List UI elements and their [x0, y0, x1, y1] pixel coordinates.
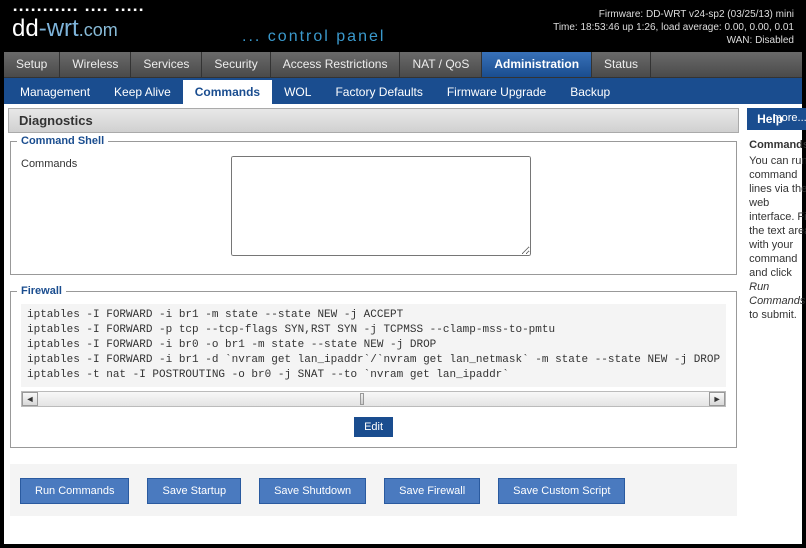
firewall-label: Firewall [17, 285, 66, 297]
subtab-keep-alive[interactable]: Keep Alive [102, 80, 183, 104]
logo: ▪▪▪▪▪▪▪▪▪▪▪ ▪▪▪▪ ▪▪▪▪▪ dd-wrt.com [12, 6, 144, 43]
scroll-track[interactable] [38, 392, 709, 406]
subtab-firmware-upgrade[interactable]: Firmware Upgrade [435, 80, 558, 104]
subtab-backup[interactable]: Backup [558, 80, 622, 104]
subtab-commands[interactable]: Commands [183, 80, 272, 104]
logo-com: .com [79, 20, 118, 40]
tab-setup[interactable]: Setup [4, 52, 60, 77]
help-body: Commands: You can run command lines via … [747, 130, 806, 330]
save-custom-script-button[interactable]: Save Custom Script [498, 478, 625, 504]
command-shell-section: Command Shell Commands [10, 141, 737, 275]
help-title: Help more... [747, 108, 806, 130]
diagnostics-title: Diagnostics [8, 108, 739, 133]
help-heading: Commands: [749, 138, 806, 152]
tab-wireless[interactable]: Wireless [60, 52, 131, 77]
logo-dd: dd [12, 15, 39, 42]
firewall-scrollbar[interactable]: ◄ ► [21, 391, 726, 407]
save-startup-button[interactable]: Save Startup [147, 478, 241, 504]
scroll-thumb[interactable] [360, 393, 364, 405]
subtab-wol[interactable]: WOL [272, 80, 323, 104]
command-shell-label: Command Shell [17, 135, 108, 147]
header: ▪▪▪▪▪▪▪▪▪▪▪ ▪▪▪▪ ▪▪▪▪▪ dd-wrt.com ... co… [4, 4, 802, 52]
commands-field-label: Commands [21, 156, 221, 170]
action-buttons: Run Commands Save Startup Save Shutdown … [10, 464, 737, 516]
tab-security[interactable]: Security [202, 52, 270, 77]
save-shutdown-button[interactable]: Save Shutdown [259, 478, 366, 504]
commands-textarea[interactable] [231, 156, 531, 256]
header-info: Firmware: DD-WRT v24-sp2 (03/25/13) mini… [553, 8, 794, 47]
subtab-management[interactable]: Management [8, 80, 102, 104]
save-firewall-button[interactable]: Save Firewall [384, 478, 480, 504]
firewall-script: iptables -I FORWARD -i br1 -m state --st… [21, 304, 726, 387]
firmware-text: Firmware: DD-WRT v24-sp2 (03/25/13) mini [553, 8, 794, 21]
run-commands-button[interactable]: Run Commands [20, 478, 129, 504]
tab-access-restrictions[interactable]: Access Restrictions [271, 52, 401, 77]
scroll-right-button[interactable]: ► [709, 392, 725, 406]
wan-text: WAN: Disabled [553, 34, 794, 47]
time-text: Time: 18:53:46 up 1:26, load average: 0.… [553, 21, 794, 34]
tab-administration[interactable]: Administration [482, 52, 592, 77]
firewall-section: Firewall iptables -I FORWARD -i br1 -m s… [10, 291, 737, 448]
main-tabs: SetupWirelessServicesSecurityAccess Rest… [4, 52, 802, 78]
edit-button[interactable]: Edit [354, 417, 393, 437]
tab-services[interactable]: Services [131, 52, 202, 77]
tab-status[interactable]: Status [592, 52, 651, 77]
control-panel-label: ... control panel [242, 28, 385, 46]
scroll-left-button[interactable]: ◄ [22, 392, 38, 406]
sub-tabs: ManagementKeep AliveCommandsWOLFactory D… [4, 78, 802, 104]
subtab-factory-defaults[interactable]: Factory Defaults [323, 80, 434, 104]
tab-nat-qos[interactable]: NAT / QoS [400, 52, 482, 77]
help-more-link[interactable]: more... [772, 112, 806, 124]
logo-wrt: -wrt [39, 15, 79, 42]
